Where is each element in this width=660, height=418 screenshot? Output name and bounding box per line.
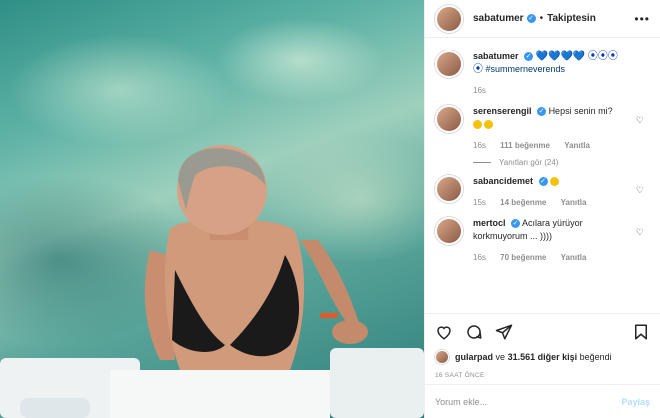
save-bookmark-icon[interactable]	[632, 323, 650, 341]
reply-button[interactable]: Yanıtla	[561, 198, 587, 207]
verified-badge-icon: ✓	[524, 52, 534, 62]
comment-likes[interactable]: 70 beğenme	[500, 253, 546, 262]
boat-deck	[0, 348, 424, 418]
likes-suffix: beğendi	[579, 352, 612, 362]
grin-emoji-icon	[473, 120, 482, 130]
comment-time: 16s	[473, 141, 486, 150]
comment-username[interactable]: mertocl	[473, 218, 506, 228]
caption-avatar[interactable]	[435, 50, 463, 78]
add-comment-bar: Yorum ekle... Paylaş	[425, 384, 660, 418]
caption-circle-emojis-icon: ⦿⦿⦿	[587, 51, 618, 62]
caption-hashtag[interactable]: #summerneverends	[486, 64, 566, 74]
reply-button[interactable]: Yanıtla	[564, 141, 590, 150]
verified-badge-icon: ✓	[537, 107, 547, 117]
likes-summary: gularpad ve 31.561 diğer kişi beğendi	[435, 350, 650, 364]
liker-username[interactable]: gularpad	[455, 352, 493, 362]
caption: sabatumer ✓ 💙💙💙💙 ⦿⦿⦿ ⦿ #summerneverends …	[435, 50, 650, 97]
like-comment-heart-icon[interactable]: ♡	[636, 185, 644, 196]
post-timestamp: 16 SAAT ÖNCE	[435, 372, 485, 379]
view-replies[interactable]: Yanıtları gör (24)	[473, 158, 650, 167]
reply-button[interactable]: Yanıtla	[561, 253, 587, 262]
comment-bubble-icon[interactable]	[465, 323, 483, 341]
caption-time: 16s	[473, 86, 486, 95]
post-comment-button[interactable]: Paylaş	[621, 397, 650, 407]
circle-emoji-icon: ⦿	[473, 64, 483, 75]
comment-username[interactable]: sabancidemet	[473, 176, 533, 186]
follow-status-button[interactable]: Takiptesin	[547, 13, 596, 24]
share-paper-plane-icon[interactable]	[495, 323, 513, 341]
author-username[interactable]: sabatumer	[473, 13, 524, 24]
comment-text: Hepsi senin mi?	[548, 106, 613, 116]
liker-avatar[interactable]	[435, 350, 449, 364]
separator-dot: •	[539, 13, 544, 24]
post-sidebar: sabatumer ✓ • Takiptesin ••• sabatumer ✓…	[424, 0, 660, 418]
view-replies-label[interactable]: Yanıtları gör (24)	[499, 158, 558, 167]
comment-time: 16s	[473, 253, 486, 262]
replies-line	[473, 162, 491, 163]
likes-count[interactable]: 31.561 diğer kişi	[508, 352, 578, 362]
like-comment-heart-icon[interactable]: ♡	[636, 115, 644, 126]
comment-item: mertocl ✓ Acılara yürüyor korkmuyorum ..…	[435, 217, 650, 264]
commenter-avatar[interactable]	[435, 217, 463, 245]
caption-hearts: 💙💙💙💙	[535, 51, 586, 62]
likes-middle: ve	[495, 352, 506, 362]
comment-likes[interactable]: 111 beğenme	[500, 141, 550, 150]
commenter-avatar[interactable]	[435, 175, 463, 203]
comment-username[interactable]: serenserengil	[473, 106, 532, 116]
more-options-icon[interactable]: •••	[634, 12, 650, 26]
comment-likes[interactable]: 14 beğenme	[500, 198, 546, 207]
comment-input[interactable]: Yorum ekle...	[435, 397, 487, 407]
action-icons	[435, 320, 650, 344]
like-comment-heart-icon[interactable]: ♡	[636, 227, 644, 238]
verified-badge-icon: ✓	[511, 219, 521, 229]
comments-list: sabatumer ✓ 💙💙💙💙 ⦿⦿⦿ ⦿ #summerneverends …	[425, 50, 660, 308]
comment-item: sabancidemet ✓ 15s 14 beğenme Yanıtla ♡	[435, 175, 650, 209]
verified-badge-icon: ✓	[526, 14, 536, 23]
commenter-avatar[interactable]	[435, 105, 463, 133]
post-viewer: sabatumer ✓ • Takiptesin ••• sabatumer ✓…	[0, 0, 660, 418]
comment-time: 15s	[473, 198, 486, 207]
post-photo[interactable]	[0, 0, 424, 418]
verified-badge-icon: ✓	[538, 177, 548, 187]
comment-item: serenserengil ✓ Hepsi senin mi? 16s 111 …	[435, 105, 650, 152]
like-heart-icon[interactable]	[435, 323, 453, 341]
wink-emoji-icon	[484, 120, 493, 130]
caption-username[interactable]: sabatumer	[473, 51, 519, 61]
smile-emoji-icon	[550, 177, 560, 187]
author-avatar[interactable]	[435, 4, 463, 33]
post-header: sabatumer ✓ • Takiptesin •••	[425, 0, 660, 38]
post-actions: gularpad ve 31.561 diğer kişi beğendi 16…	[425, 313, 660, 379]
